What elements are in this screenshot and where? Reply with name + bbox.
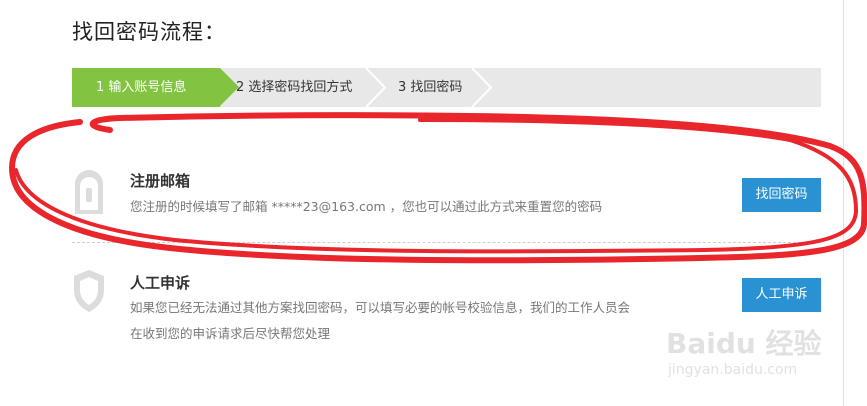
step-2-label: 2 选择密码找回方式: [236, 80, 353, 95]
progress-steps: 1 输入账号信息 2 选择密码找回方式 3 找回密码: [72, 68, 821, 107]
right-border: [843, 0, 844, 406]
manual-appeal-button[interactable]: 人工申诉: [742, 278, 821, 312]
chevron-divider-icon: [365, 68, 387, 107]
option-email-desc-line: 您注册的时候填写了邮箱 *****23@163.com ，您也可以通过此方式来重…: [130, 199, 603, 214]
recover-password-button[interactable]: 找回密码: [742, 178, 821, 212]
chevron-divider-icon: [471, 68, 493, 107]
mailbox-icon: [75, 170, 103, 214]
step-1-label: 1 输入账号信息: [96, 80, 187, 95]
step-1: 1 输入账号信息: [72, 68, 239, 107]
page-title: 找回密码流程：: [72, 20, 226, 44]
option-appeal-desc-line: 如果您已经无法通过其他方案找回密码，可以填写必要的帐号校验信息，我们的工作人员会: [130, 300, 631, 315]
option-appeal-desc: 如果您已经无法通过其他方案找回密码，可以填写必要的帐号校验信息，我们的工作人员会…: [130, 295, 730, 347]
option-email: 注册邮箱 您注册的时候填写了邮箱 *****23@163.com ，您也可以通过…: [72, 150, 821, 242]
watermark-brand: Baidu 经验: [666, 327, 822, 360]
option-appeal-title: 人工申诉: [130, 274, 191, 292]
watermark-url: jingyan.baidu.com: [668, 362, 798, 378]
option-email-desc: 您注册的时候填写了邮箱 *****23@163.com ，您也可以通过此方式来重…: [130, 194, 602, 220]
divider: [72, 242, 821, 243]
step-3-label: 3 找回密码: [398, 80, 463, 95]
shield-icon: [74, 270, 104, 312]
watermark: Baidu 经验 jingyan.baidu.com: [666, 318, 836, 388]
option-email-title: 注册邮箱: [130, 172, 191, 190]
option-appeal-desc-line: 在收到您的申诉请求后尽快帮您处理: [130, 326, 331, 341]
